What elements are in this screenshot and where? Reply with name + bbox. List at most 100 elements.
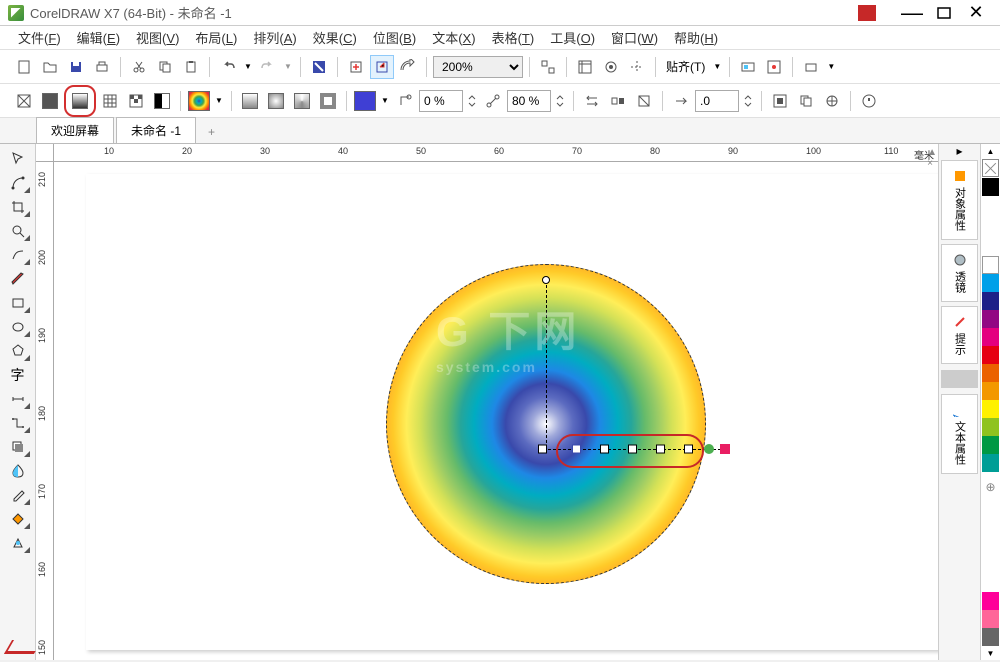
app-launcher-button[interactable]: [799, 55, 823, 79]
horizontal-ruler[interactable]: 10 20 30 40 50 60 70 80 90 100 110 毫米: [54, 144, 938, 162]
redo-dropdown[interactable]: ▼: [282, 55, 294, 79]
undo-dropdown[interactable]: ▼: [242, 55, 254, 79]
palette-swatch[interactable]: [982, 592, 999, 610]
menu-layout[interactable]: 布局(L): [187, 26, 245, 49]
interactive-fill-tool[interactable]: [5, 508, 31, 530]
open-button[interactable]: [38, 55, 62, 79]
transparency2-input[interactable]: [507, 90, 551, 112]
palette-no-color[interactable]: [982, 159, 999, 177]
palette-swatch[interactable]: [982, 178, 999, 196]
palette-down-arrow[interactable]: ▼: [981, 646, 1000, 660]
menu-file[interactable]: 文件(F): [10, 26, 69, 49]
palette-swatch[interactable]: [982, 454, 999, 472]
offset-input[interactable]: [695, 90, 739, 112]
palette-swatch[interactable]: [982, 382, 999, 400]
freehand-tool[interactable]: [5, 244, 31, 266]
shape-tool[interactable]: [5, 172, 31, 194]
publish-button[interactable]: [396, 55, 420, 79]
texture-transparency-button[interactable]: [124, 89, 148, 113]
gradient-top-handle[interactable]: [542, 276, 550, 284]
crop-tool[interactable]: [5, 196, 31, 218]
fountain-transparency-button[interactable]: [68, 89, 92, 113]
reverse-button[interactable]: [580, 89, 604, 113]
menu-help[interactable]: 帮助(H): [666, 26, 726, 49]
palette-add-color[interactable]: ⊕: [981, 478, 1000, 496]
undo-button[interactable]: [216, 55, 240, 79]
polygon-tool[interactable]: [5, 340, 31, 362]
offset-stepper[interactable]: [741, 89, 755, 113]
menu-window[interactable]: 窗口(W): [603, 26, 666, 49]
export-button[interactable]: [370, 55, 394, 79]
palette-swatch[interactable]: [982, 256, 999, 274]
linear-type-button[interactable]: [238, 89, 262, 113]
conical-type-button[interactable]: [290, 89, 314, 113]
pick-tool[interactable]: [5, 148, 31, 170]
apply-all-button[interactable]: [768, 89, 792, 113]
docker-expand-icon[interactable]: ▸: [939, 144, 980, 158]
rulers-button[interactable]: [573, 55, 597, 79]
gradient-end-handle[interactable]: [704, 444, 714, 454]
edit-fill-button[interactable]: [820, 89, 844, 113]
mirror-button[interactable]: [606, 89, 630, 113]
docker-text-properties[interactable]: A 文本属性: [941, 394, 978, 474]
paste-button[interactable]: [179, 55, 203, 79]
transparency2-stepper[interactable]: [553, 89, 567, 113]
import-button[interactable]: [344, 55, 368, 79]
menu-table[interactable]: 表格(T): [484, 26, 543, 49]
copy-props-button[interactable]: [794, 89, 818, 113]
transparency-tool[interactable]: [5, 460, 31, 482]
palette-swatch[interactable]: [982, 628, 999, 646]
menu-arrange[interactable]: 排列(A): [245, 26, 304, 49]
drop-shadow-tool[interactable]: [5, 436, 31, 458]
uniform-transparency-button[interactable]: [38, 89, 62, 113]
palette-swatch[interactable]: [982, 364, 999, 382]
guidelines-button[interactable]: [625, 55, 649, 79]
print-button[interactable]: [90, 55, 114, 79]
square-type-button[interactable]: [316, 89, 340, 113]
app-launcher-dropdown[interactable]: ▼: [825, 55, 837, 79]
two-color-button[interactable]: [150, 89, 174, 113]
vertical-ruler[interactable]: 210 200 190 180 170 160 150: [36, 162, 54, 660]
fill-picker-dropdown[interactable]: ▼: [213, 89, 225, 113]
options-button[interactable]: [736, 55, 760, 79]
transparency1-stepper[interactable]: [465, 89, 479, 113]
snap-dropdown[interactable]: ▼: [711, 55, 723, 79]
palette-swatch[interactable]: [982, 292, 999, 310]
node-color-dropdown[interactable]: ▼: [379, 89, 391, 113]
launcher-button[interactable]: [762, 55, 786, 79]
grid-button[interactable]: [599, 55, 623, 79]
rectangle-tool[interactable]: [5, 292, 31, 314]
ellipse-tool[interactable]: [5, 316, 31, 338]
palette-swatch[interactable]: [982, 436, 999, 454]
docker-hints[interactable]: 提示: [941, 306, 978, 364]
help-button[interactable]: [857, 89, 881, 113]
close-button[interactable]: ✕: [960, 3, 992, 23]
zoom-tool[interactable]: [5, 220, 31, 242]
gradient-end-node[interactable]: [720, 444, 730, 454]
palette-swatch[interactable]: [982, 610, 999, 628]
copy-button[interactable]: [153, 55, 177, 79]
eyedropper-tool[interactable]: [5, 484, 31, 506]
zoom-select[interactable]: 200%: [433, 56, 523, 78]
transparency1-input[interactable]: [419, 90, 463, 112]
gradient-node-0[interactable]: [538, 445, 547, 454]
tab-document[interactable]: 未命名 -1: [116, 117, 196, 143]
node-color-button[interactable]: [353, 89, 377, 113]
docker-lens[interactable]: 透镜: [941, 244, 978, 302]
menu-effects[interactable]: 效果(C): [305, 26, 365, 49]
palette-swatch[interactable]: [982, 310, 999, 328]
menu-view[interactable]: 视图(V): [128, 26, 187, 49]
palette-swatch[interactable]: [982, 346, 999, 364]
user-icon[interactable]: [858, 5, 876, 21]
palette-swatch[interactable]: [982, 400, 999, 418]
tab-add-button[interactable]: +: [198, 121, 225, 143]
scroll-up-indicator[interactable]: ▲×: [927, 147, 937, 169]
ruler-origin[interactable]: [36, 144, 54, 162]
tab-welcome[interactable]: 欢迎屏幕: [36, 117, 114, 143]
smart-fill-tool[interactable]: [5, 532, 31, 554]
pattern-transparency-button[interactable]: [98, 89, 122, 113]
fill-picker-button[interactable]: [187, 89, 211, 113]
new-button[interactable]: [12, 55, 36, 79]
docker-object-properties[interactable]: 对象属性: [941, 160, 978, 240]
text-tool[interactable]: 字: [5, 364, 31, 386]
